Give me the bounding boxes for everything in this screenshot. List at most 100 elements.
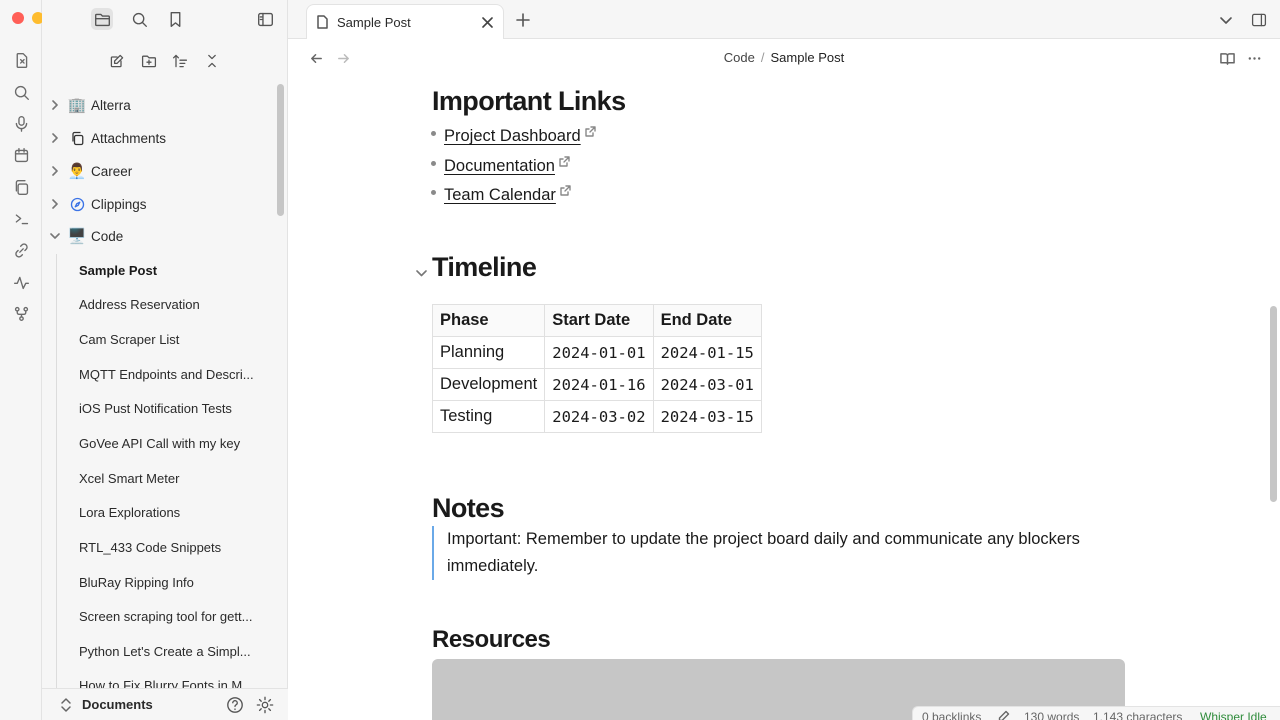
sidebar-scrollbar[interactable] <box>277 84 284 216</box>
file-item[interactable]: Address Reservation <box>79 290 267 318</box>
folder-icon[interactable] <box>91 8 113 30</box>
file-item[interactable]: Xcel Smart Meter <box>79 464 267 492</box>
table-header-cell: Phase <box>431 304 546 337</box>
whisper-status[interactable]: Whisper Idle <box>1200 710 1267 720</box>
file-item[interactable]: GoVee API Call with my key <box>79 429 267 457</box>
breadcrumb-folder[interactable]: Code <box>724 50 755 65</box>
folder-career[interactable]: 👨‍💼 Career <box>42 157 274 185</box>
table-header-row: Phase Start Date End Date <box>431 304 762 337</box>
collapse-all-icon[interactable] <box>201 50 223 72</box>
chevron-right-icon <box>50 100 60 110</box>
file-item[interactable]: Cam Scraper List <box>79 325 267 353</box>
sidebar-toggle-icon[interactable] <box>254 8 276 30</box>
folder-code[interactable]: 🖥️ Code <box>42 222 274 250</box>
chevron-right-icon <box>50 166 60 176</box>
tab-list-chevron-icon[interactable] <box>1216 10 1236 30</box>
tab-label: Sample Post <box>337 15 411 30</box>
new-folder-icon[interactable] <box>138 50 160 72</box>
external-link-icon <box>558 154 570 167</box>
table-row: Testing 2024-03-02 2024-03-15 <box>431 400 762 433</box>
list-item: Documentation <box>431 154 570 176</box>
note-content: Important Links Project Dashboard Docume… <box>288 76 1272 720</box>
table-cell: 2024-01-15 <box>652 336 762 369</box>
external-link[interactable]: Team Calendar <box>444 186 556 204</box>
file-item-sample-post[interactable]: Sample Post <box>79 256 267 284</box>
file-item[interactable]: Screen scraping tool for gett... <box>79 602 267 630</box>
folder-label: Clippings <box>91 196 147 212</box>
more-options-icon[interactable] <box>1245 49 1263 67</box>
vault-switcher-bar: Documents <box>42 688 288 720</box>
right-sidebar-toggle-icon[interactable] <box>1249 10 1269 30</box>
status-bar: 0 backlinks 130 words 1,143 characters W… <box>912 706 1280 720</box>
folder-clippings[interactable]: Clippings <box>42 190 274 218</box>
calendar-icon[interactable] <box>11 145 31 165</box>
sort-icon[interactable] <box>169 50 191 72</box>
microphone-icon[interactable] <box>11 113 31 133</box>
file-tree: 🏢 Alterra Attachments 👨‍💼 Career Clippin… <box>42 88 274 688</box>
close-window-button[interactable] <box>12 12 24 24</box>
heading-resources: Resources <box>432 626 551 653</box>
settings-gear-icon[interactable] <box>256 696 274 714</box>
folder-label: Alterra <box>91 97 131 113</box>
file-item[interactable]: MQTT Endpoints and Descri... <box>79 360 267 388</box>
character-count: 1,143 characters <box>1093 710 1183 720</box>
vault-name[interactable]: Documents <box>82 697 153 712</box>
external-link[interactable]: Documentation <box>444 157 555 175</box>
terminal-icon[interactable] <box>11 208 31 228</box>
breadcrumb-note[interactable]: Sample Post <box>771 50 845 65</box>
sidebar-header <box>42 0 288 38</box>
fold-chevron-icon[interactable] <box>416 266 428 278</box>
left-ribbon <box>0 0 64 720</box>
attachments-icon <box>68 129 86 147</box>
compass-icon <box>68 195 86 213</box>
folder-label: Code <box>91 228 124 244</box>
file-item[interactable]: Python Let's Create a Simpl... <box>79 637 267 665</box>
help-icon[interactable] <box>226 696 244 714</box>
file-item[interactable]: iOS Pust Notification Tests <box>79 394 267 422</box>
file-item[interactable]: RTL_433 Code Snippets <box>79 533 267 561</box>
desktop-computer-emoji-icon: 🖥️ <box>67 228 87 245</box>
folder-attachments[interactable]: Attachments <box>42 124 274 152</box>
bookmark-icon[interactable] <box>164 8 186 30</box>
chevron-right-icon <box>50 199 60 209</box>
office-worker-emoji-icon: 👨‍💼 <box>67 163 87 180</box>
external-link[interactable]: Project Dashboard <box>444 127 581 145</box>
external-link-icon <box>584 124 596 137</box>
building-emoji-icon: 🏢 <box>67 97 87 114</box>
search-icon[interactable] <box>11 82 31 102</box>
table-header-cell: Start Date <box>544 304 654 337</box>
folder-alterra[interactable]: 🏢 Alterra <box>42 91 274 119</box>
new-note-icon[interactable] <box>11 50 31 70</box>
file-item[interactable]: How to Fix Blurry Fonts in M... <box>79 671 267 689</box>
new-tab-icon[interactable] <box>513 10 533 30</box>
reading-view-icon[interactable] <box>1218 49 1236 67</box>
close-tab-icon[interactable] <box>479 14 495 30</box>
file-item[interactable]: BluRay Ripping Info <box>79 568 267 596</box>
table-cell: Testing <box>431 400 546 433</box>
folder-label: Attachments <box>91 130 167 146</box>
activity-icon[interactable] <box>11 272 31 292</box>
file-item[interactable]: Lora Explorations <box>79 498 267 526</box>
table-cell: 2024-03-02 <box>544 400 654 433</box>
editor-scrollbar[interactable] <box>1270 306 1277 502</box>
file-icon <box>316 15 330 29</box>
table-cell: 2024-01-01 <box>544 336 654 369</box>
chevron-up-down-icon[interactable] <box>59 697 73 713</box>
bullet <box>431 161 436 166</box>
new-note-icon[interactable] <box>106 50 128 72</box>
list-item: Project Dashboard <box>431 124 596 146</box>
copy-icon[interactable] <box>11 177 31 197</box>
table-cell: 2024-01-16 <box>544 368 654 401</box>
table-row: Development 2024-01-16 2024-03-01 <box>431 368 762 401</box>
table-header-cell: End Date <box>652 304 762 337</box>
external-link-icon <box>559 183 571 196</box>
git-branch-icon[interactable] <box>11 303 31 323</box>
backlinks-count[interactable]: 0 backlinks <box>922 710 981 720</box>
search-icon[interactable] <box>128 8 150 30</box>
heading-important-links: Important Links <box>432 86 626 116</box>
editing-mode-pencil-icon[interactable] <box>998 710 1010 720</box>
chevron-right-icon <box>50 133 60 143</box>
table-cell: Development <box>431 368 546 401</box>
link-icon[interactable] <box>11 240 31 260</box>
tab-sample-post[interactable]: Sample Post <box>306 4 504 39</box>
